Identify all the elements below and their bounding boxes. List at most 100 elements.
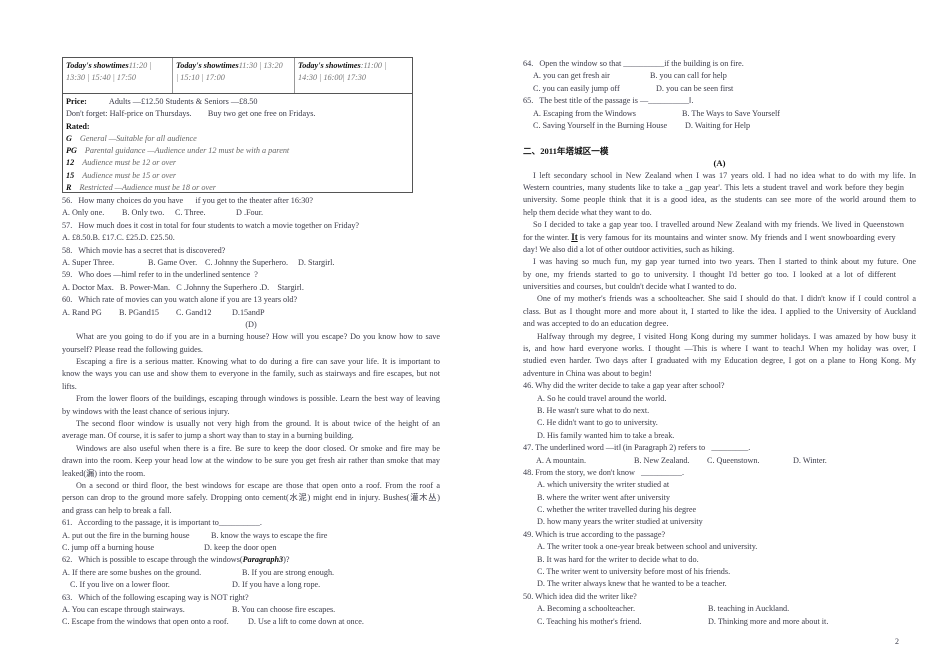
option-d: D. The writer always knew that he wanted… <box>537 579 727 589</box>
question-46: 46. Why did the writer decide to take a … <box>523 381 725 391</box>
passage-line: day! We also did a lot of other outdoor … <box>523 244 735 254</box>
passage-line: What are you going to do if you are in a… <box>76 332 440 342</box>
option-b: B. New Zealand. <box>634 455 690 465</box>
rating-12: 12 Audience must be 12 or over <box>66 157 409 169</box>
passage-line: and was accepted to do an education degr… <box>523 319 669 329</box>
option-b: B. Only two. <box>122 208 165 218</box>
rating-g: G General —Suitable for all audience <box>66 133 409 145</box>
passage-line: know the ways you can use and show them … <box>62 369 440 379</box>
passage-line: Halfway through my degree, I visited Hon… <box>537 331 916 341</box>
passage-line: by one, my friends started to go to univ… <box>523 269 896 279</box>
rating-desc: Audience must be 12 or over <box>82 158 177 168</box>
showtimes-times: 13:30 | 15:40 | 17:50 <box>66 73 136 82</box>
question-47: 47. The underlined word —it‖ (in Paragra… <box>523 443 751 453</box>
question-65-options-cd: C. Saving Yourself in the Burning House D… <box>523 120 916 132</box>
passage-line: Western countries, many students like to… <box>523 182 904 192</box>
passage-line: university. Some people think that it is… <box>523 195 916 205</box>
option-d: D. Use a lift to come down at once. <box>248 617 364 627</box>
option-b: B. where the writer went after universit… <box>537 492 670 502</box>
price-label: Price: <box>66 97 87 106</box>
rating-code: PG <box>66 146 77 156</box>
option-d: D .Four. <box>236 208 264 218</box>
question-63-options-ab: A. You can escape through stairways. B. Y… <box>62 604 440 616</box>
question-61: 61. According to the passage, it is impo… <box>62 518 262 528</box>
rating-15: 15 Audience must be 15 or over <box>66 170 409 182</box>
option-c: C. If you live on a lower floor. <box>70 580 170 590</box>
option-a: A. Escaping from the Windows <box>533 108 636 118</box>
option-b: B. The Ways to Save Yourself <box>682 108 780 118</box>
showtimes-times: 11:20 | <box>128 61 152 70</box>
rating-code: 15 <box>66 170 75 180</box>
option-b: B. You can choose fire escapes. <box>232 604 336 614</box>
option-c: C. The writer went to university before … <box>537 567 731 577</box>
question-65: 65. The best title of the passage is —__… <box>523 96 694 106</box>
showtimes-cell-3: Today's showtimes:11:00 | 14:30 | 16:00|… <box>295 58 413 93</box>
document-page: Today's showtimes 11:20 | 13:30 | 15:40 |… <box>0 0 945 669</box>
question-60-options: A. Rand PG B. PGand15 C. Gand12 D.15andP <box>62 307 440 319</box>
passage-line: lifts. <box>62 381 77 391</box>
price-rating-cell: Price: Adults —£12.50 Students & Seniors … <box>63 93 412 196</box>
option-c: C. Teaching his mother's friend. <box>537 616 642 626</box>
question-60: 60. Which rate of movies can you watch a… <box>62 295 298 305</box>
showtimes-times: :11:00 | <box>360 61 387 70</box>
passage-line: universities and courses, but couldn't d… <box>523 282 737 292</box>
rating-r: R Restricted —Audience must be 18 or over <box>66 182 409 194</box>
option-d: D. how many years the writer studied at … <box>537 517 703 527</box>
passage-line: adventure in China was about to begin! <box>523 368 652 378</box>
option-b: B. PGand15 <box>119 307 160 317</box>
option-c: C. you can easily jump off <box>533 83 620 93</box>
option-a: A. Becoming a schoolteacher. <box>537 604 635 614</box>
option-b: B. He wasn't sure what to do next. <box>537 405 650 415</box>
question-62-options-cd: C. If you live on a lower floor. D. If yo… <box>62 579 440 591</box>
rating-desc: Parental guidance —Audience under 12 mus… <box>84 146 290 156</box>
passage-line: I was having so much fun, my gap year tu… <box>533 257 916 267</box>
price-note: Don't forget: Half-price on Thursdays. B… <box>66 109 316 119</box>
passage-line: by windows with the least chance of seri… <box>62 406 230 416</box>
showtimes-label: Today's showtimes <box>176 61 239 70</box>
passage-line: On a second or third floor, the best win… <box>76 480 440 490</box>
passage-line: and grass can help to break a fall. <box>62 505 172 515</box>
right-column: 64. Open the window so that __________if… <box>523 58 916 628</box>
option-d: D.15andP <box>232 307 265 317</box>
passage-line: One of my mother's friends was a schoolt… <box>537 294 916 304</box>
rated-label: Rated: <box>66 121 90 131</box>
option-b: B. It was hard for the writer to decide … <box>537 554 699 564</box>
passage-line: leaked(漏) into the room. <box>62 468 146 478</box>
option-a: A. Super Three. <box>62 257 115 267</box>
option-b: B. Game Over. <box>148 257 198 267</box>
passage-line: So I decided to take a gap year too. I t… <box>533 220 904 230</box>
option-a: A. Rand PG <box>62 307 102 317</box>
passage-line: studied even harder. Two days after I gr… <box>523 356 916 366</box>
option-d: D. you can be seen first <box>656 83 734 93</box>
passage-line: The second floor window is usually not v… <box>76 419 440 429</box>
option-d: D. Stargirl. <box>298 257 335 267</box>
option-b: B. teaching in Auckland. <box>708 604 790 614</box>
passage-line: for the winter. It is very famous for it… <box>523 231 916 243</box>
option-c: C. Gand12 <box>176 307 212 317</box>
question-59-options: A. Doctor Max. B. Power-Man. C .Johnny t… <box>62 282 304 292</box>
showtimes-label: Today's showtimes <box>298 61 361 70</box>
underlined-word: It <box>571 232 578 243</box>
question-64-options-cd: C. you can easily jump off D. you can be … <box>523 83 916 95</box>
passage-text: is very famous for its mountains and win… <box>579 233 896 243</box>
section-heading: 二、2011年塔城区一模 <box>523 145 609 156</box>
price-text: Adults —£12.50 Students & Seniors —£8.50 <box>108 97 258 106</box>
option-d: D. His family wanted him to take a break… <box>537 430 675 440</box>
question-61-options-cd: C. jump off a burning house D. keep the d… <box>62 542 440 554</box>
showtimes-times: 11:30 | 13:20 <box>238 61 283 70</box>
passage-line: help them decide what they want to do. <box>523 207 652 217</box>
question-63-options-cd: C. Escape from the windows that open ont… <box>62 616 440 628</box>
showtimes-table: Today's showtimes 11:20 | 13:30 | 15:40 |… <box>62 57 413 193</box>
showtimes-times: | 15:10 | 17:00 <box>176 73 225 82</box>
question-49: 49. Which is true according to the passa… <box>523 529 666 539</box>
option-d: D. keep the door open <box>204 542 277 552</box>
option-a: A. which university the writer studied a… <box>537 480 670 490</box>
question-65-options-ab: A. Escaping from the Windows B. The Ways … <box>523 108 916 120</box>
option-d: D. Thinking more and more about it. <box>708 616 829 626</box>
passage-line: drawn into the room. Keep your head low … <box>62 456 440 466</box>
option-a: A. Only one. <box>62 208 105 218</box>
question-50-options-cd: C. Teaching his mother's friend. D. Think… <box>523 616 916 628</box>
rating-code: 12 <box>66 158 75 168</box>
question-58: 58. Which movie has a secret that is dis… <box>62 245 226 255</box>
